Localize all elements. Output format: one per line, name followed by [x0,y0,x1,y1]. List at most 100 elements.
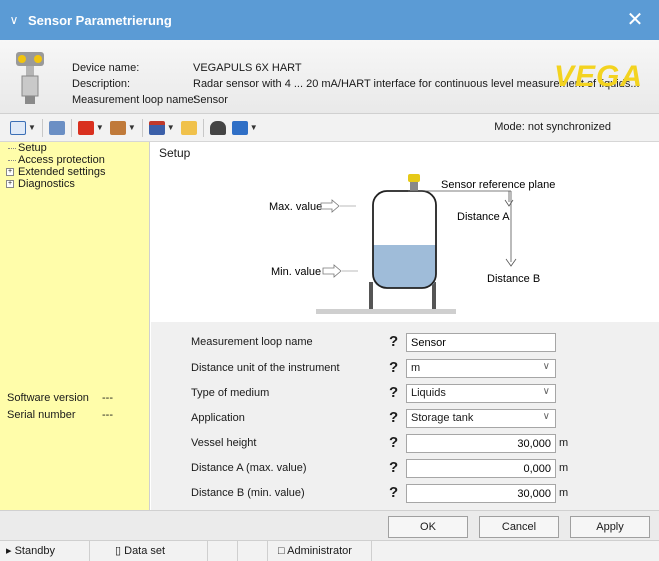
liquid-fill [373,245,436,288]
loop-name-row: Measurement loop name ? [151,332,659,354]
distance-unit-label: Distance unit of the instrument [191,362,340,374]
tree-item-setup[interactable]: Setup [6,142,105,154]
vessel-height-input[interactable] [406,434,556,453]
tank-diagram: Sensor reference plane Distance A Distan… [269,174,555,314]
chevron-down-icon: ∨ [542,411,550,422]
standby-icon: ▸ [6,545,12,557]
folder-icon [180,120,197,135]
serial-number-label: Serial number [7,409,76,421]
vega-logo: VEGA [553,60,643,93]
medium-select[interactable]: Liquids ∨ [406,384,556,403]
distance-b-row: Distance B (min. value) ? m [151,483,659,505]
ground-shading [316,309,456,314]
view-button[interactable]: ▼ [10,119,36,137]
chevron-down-icon[interactable]: ∨ [0,13,28,27]
serial-number-row: Serial number --- [7,407,113,424]
window-title: Sensor Parametrierung [28,12,172,28]
device-loop-label: Measurement loop name: [72,94,197,106]
user-button[interactable] [209,119,226,137]
dataset-icon: ▯ [115,545,122,557]
left-navigation: Setup Access protection + Extended settin… [0,142,150,510]
main-panel: Sensor reference plane Distance A Distan… [151,142,659,510]
chevron-down-icon: ∨ [542,386,550,397]
help-icon[interactable]: ? [389,333,398,350]
distance-a-field-label: Distance A (max. value) [191,462,307,474]
wrench-icon [109,120,126,135]
cancel-button[interactable]: Cancel [479,516,559,538]
network-button[interactable] [48,119,65,137]
help-icon[interactable]: ? [389,459,398,476]
loop-name-label: Measurement loop name [191,336,313,348]
help-icon[interactable]: ? [389,409,398,426]
chevron-down-icon: ∨ [542,361,550,372]
medium-label: Type of medium [191,387,270,399]
expand-icon[interactable]: + [6,168,14,176]
software-version-value: --- [102,392,113,404]
user-role-icon: □ [278,545,285,557]
distance-b-label: Distance B [487,273,540,285]
help-icon[interactable]: ? [389,434,398,451]
device-name-label: Device name: [72,62,140,74]
vessel-height-label: Vessel height [191,437,257,449]
help-icon[interactable]: ? [389,384,398,401]
sensor-reference-plane-label: Sensor reference plane [441,179,555,191]
distance-unit-row: Distance unit of the instrument ? m ∨ [151,358,659,380]
tree-item-access-protection[interactable]: Access protection [6,154,105,166]
status-bar: ▸ Standby ▯ Data set □ Administrator [0,540,659,561]
sync-mode-status: Mode: not synchronized [494,121,611,133]
max-value-label: Max. value [269,201,322,213]
unit-label: m [559,437,569,449]
tree-item-diagnostics[interactable]: + Diagnostics [6,178,105,190]
window-icon [10,120,26,135]
distance-a-input[interactable] [406,459,556,478]
application-label: Application [191,412,245,424]
help-icon [231,120,248,135]
min-value-arrow-icon [322,264,342,278]
help-icon[interactable]: ? [389,484,398,501]
toolbar: ▼ ▼ ▼ ▼ ▼ Mode: not synchronized [0,114,659,142]
device-labels: Device name: Description: Measurement lo… [72,60,197,108]
device-menu-button[interactable]: ▼ [148,119,175,137]
tank-leg [369,282,373,309]
distance-b-input[interactable] [406,484,556,503]
software-version-label: Software version [7,392,89,404]
help-icon[interactable]: ? [389,359,398,376]
tree-item-extended-settings[interactable]: + Extended settings [6,166,105,178]
medium-row: Type of medium ? Liquids ∨ [151,383,659,405]
device-menu-icon [148,120,165,135]
status-user: □ Administrator [268,541,372,561]
close-icon[interactable]: ✕ [621,6,649,34]
tools-button[interactable]: ▼ [109,119,136,137]
device-description-label: Description: [72,78,131,90]
distance-a-label: Distance A [457,211,510,223]
unit-label: m [559,462,569,474]
min-value-label: Min. value [271,266,321,278]
folder-button[interactable] [180,119,197,137]
tank-leg [432,282,436,309]
status-state: ▸ Standby [0,541,90,561]
serial-number-value: --- [102,409,113,421]
user-icon [209,120,226,135]
distance-unit-select[interactable]: m ∨ [406,359,556,378]
application-row: Application ? Storage tank ∨ [151,408,659,430]
sensor-head [408,174,420,182]
pdf-button[interactable]: ▼ [77,119,104,137]
title-bar: ∨ Sensor Parametrierung ✕ [0,0,659,40]
ok-button[interactable]: OK [388,516,468,538]
device-loop-value: Sensor [193,94,228,106]
status-dataset: ▯ Data set [90,541,208,561]
setup-form: Measurement loop name ? Distance unit of… [151,322,659,510]
device-info: Software version --- Serial number --- [7,390,113,424]
expand-icon[interactable]: + [6,180,14,188]
distance-b-field-label: Distance B (min. value) [191,487,305,499]
apply-button[interactable]: Apply [570,516,650,538]
distance-a-row: Distance A (max. value) ? m [151,458,659,480]
dialog-button-bar: OK Cancel Apply [0,510,659,540]
application-select[interactable]: Storage tank ∨ [406,409,556,428]
help-button[interactable]: ▼ [231,119,258,137]
vessel-height-row: Vessel height ? m [151,433,659,455]
loop-name-input[interactable] [406,333,556,352]
device-header: Device name: Description: Measurement lo… [0,40,659,114]
unit-label: m [559,487,569,499]
sensor-device-icon [16,52,44,104]
